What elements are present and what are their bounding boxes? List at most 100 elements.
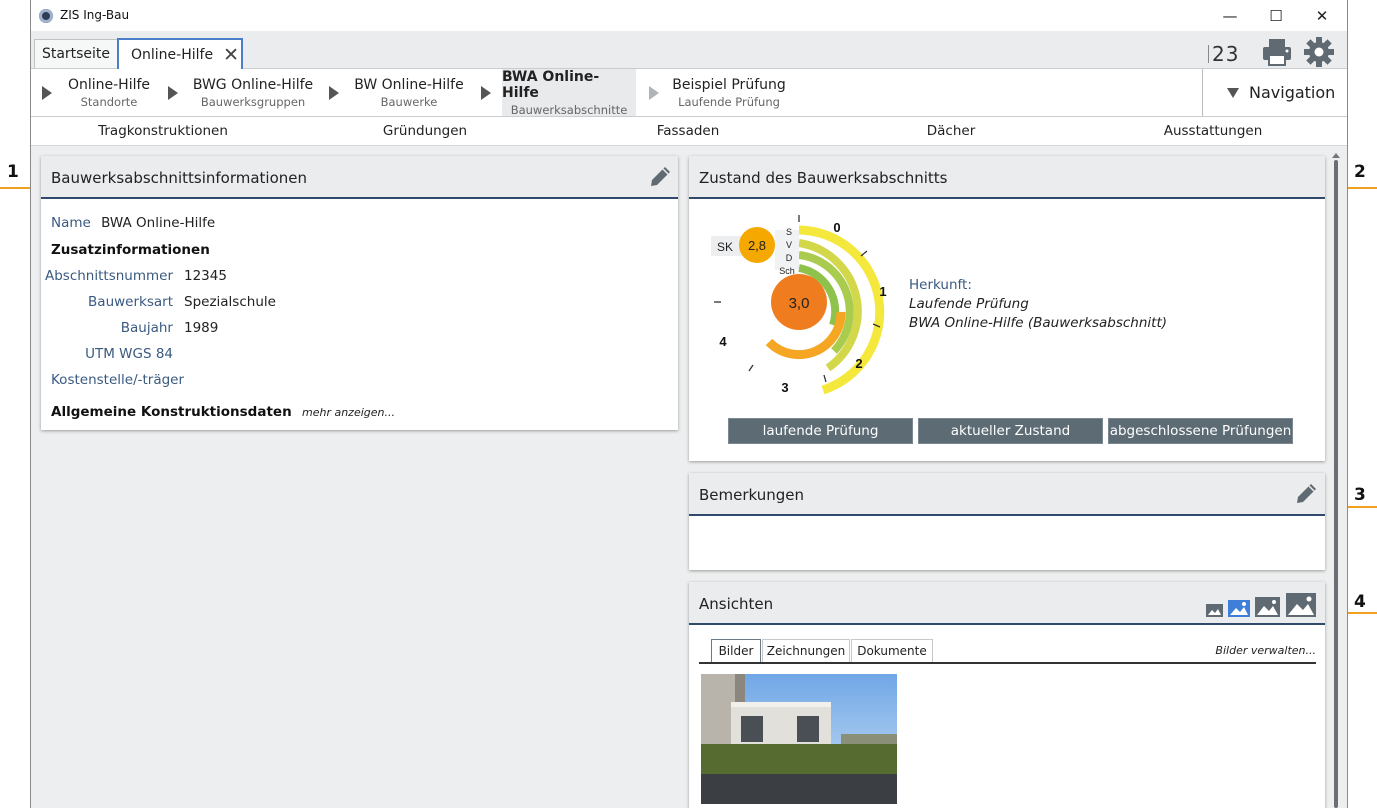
breadcrumb-arrow-icon xyxy=(329,86,339,100)
app-logo-icon xyxy=(39,9,53,23)
image-small-icon[interactable] xyxy=(1206,604,1223,617)
sk-label: SK xyxy=(717,240,733,254)
minimize-button[interactable]: — xyxy=(1207,4,1253,28)
herkunft-line-2: BWA Online-Hilfe (Bauwerksabschnitt) xyxy=(909,315,1168,331)
breadcrumb-arrow-icon xyxy=(481,86,491,100)
field-label: Baujahr xyxy=(120,320,173,336)
bemerkungen-panel: Bemerkungen xyxy=(689,473,1325,570)
breadcrumb-item-bauwerke[interactable]: BW Online-Hilfe Bauwerke xyxy=(349,69,469,116)
zusatz-heading: Zusatzinformationen xyxy=(51,242,210,258)
title-bar: ZIS Ing-Bau — ☐ ✕ xyxy=(31,0,1347,31)
printer-icon[interactable] xyxy=(1260,36,1294,68)
condition-gauge: SK 2,8 S V D Sch 3,0 0 1 2 3 4 xyxy=(711,215,887,395)
field-label: UTM WGS 84 xyxy=(85,346,173,362)
window-title: ZIS Ing-Bau xyxy=(60,8,130,22)
tab-tragkonstruktionen[interactable]: Tragkonstruktionen xyxy=(98,123,228,139)
close-button[interactable]: ✕ xyxy=(1299,4,1345,28)
pencil-icon[interactable] xyxy=(1293,481,1319,507)
breadcrumb: Online-Hilfe Standorte BWG Online-Hilfe … xyxy=(31,69,1347,117)
tab-fassaden[interactable]: Fassaden xyxy=(657,123,720,139)
breadcrumb-item-bauwerksgruppen[interactable]: BWG Online-Hilfe Bauwerksgruppen xyxy=(189,69,317,116)
bemerkungen-panel-header: Bemerkungen xyxy=(689,473,1325,516)
bilder-verwalten-link[interactable]: Bilder verwalten... xyxy=(1215,644,1316,657)
sk-value: 2,8 xyxy=(748,238,766,253)
breadcrumb-title: BWG Online-Hilfe xyxy=(192,76,314,93)
breadcrumb-subtitle: Standorte xyxy=(80,94,138,109)
aktueller-zustand-button[interactable]: aktueller Zustand xyxy=(918,418,1103,444)
tab-close-icon[interactable]: ✕ xyxy=(223,44,239,66)
navigation-button[interactable]: Navigation xyxy=(1202,69,1347,116)
breadcrumb-title: Online-Hilfe xyxy=(67,76,151,93)
vertical-scrollbar[interactable] xyxy=(1334,160,1338,808)
ring-label-sch: Sch xyxy=(779,266,795,276)
tab-ausstattungen[interactable]: Ausstattungen xyxy=(1164,123,1263,139)
category-tabs: Tragkonstruktionen Gründungen Fassaden D… xyxy=(31,117,1347,146)
abgeschlossene-pruefungen-button[interactable]: abgeschlossene Prüfungen xyxy=(1108,418,1293,444)
tab-zeichnungen[interactable]: Zeichnungen xyxy=(762,639,850,662)
laufende-pruefung-button[interactable]: laufende Prüfung xyxy=(728,418,913,444)
scale-label-3: 3 xyxy=(781,380,788,395)
allgemein-heading: Allgemeine Konstruktionsdaten xyxy=(51,404,292,420)
info-panel-header: Bauwerksabschnittsinformationen xyxy=(41,156,678,199)
field-value: 12345 xyxy=(184,268,227,284)
navigation-label: Navigation xyxy=(1249,83,1336,102)
field-label: Kostenstelle/-träger xyxy=(51,372,185,388)
ring-label-d: D xyxy=(786,253,793,263)
scroll-up-icon[interactable] xyxy=(1332,153,1340,158)
image-large-icon[interactable] xyxy=(1255,597,1280,617)
callout-2: 2 xyxy=(1354,162,1366,182)
breadcrumb-title: Beispiel Prüfung xyxy=(672,76,786,93)
tab-daecher[interactable]: Dächer xyxy=(927,123,976,139)
tab-bar: Startseite Online-Hilfe ✕ xyxy=(31,31,1347,70)
tab-bilder[interactable]: Bilder xyxy=(711,639,761,662)
app-window: ZIS Ing-Bau — ☐ ✕ Startseite Online-Hilf… xyxy=(30,0,1348,808)
callout-3: 3 xyxy=(1354,485,1366,505)
image-medium-icon[interactable] xyxy=(1228,600,1250,617)
scale-label-0: 0 xyxy=(833,220,840,235)
pencil-icon[interactable] xyxy=(647,164,673,190)
herkunft-line-1: Laufende Prüfung xyxy=(909,296,1029,312)
window-count-indicator[interactable]: 23 xyxy=(1207,42,1239,66)
name-row: Name BWA Online-Hilfe xyxy=(51,215,215,231)
scale-label-4: 4 xyxy=(719,334,727,349)
image-xlarge-icon[interactable] xyxy=(1286,593,1316,617)
mehr-anzeigen-link[interactable]: mehr anzeigen... xyxy=(302,406,395,419)
info-panel: Bauwerksabschnittsinformationen Name BWA… xyxy=(41,156,678,430)
breadcrumb-arrow-icon xyxy=(649,86,659,100)
ansichten-panel: Ansichten Bilder Zeichnungen Dokumente B… xyxy=(689,582,1325,808)
breadcrumb-subtitle: Laufende Prüfung xyxy=(678,94,780,109)
tab-startseite-label: Startseite xyxy=(41,46,111,62)
name-value: BWA Online-Hilfe xyxy=(101,215,216,231)
tab-online-hilfe-label: Online-Hilfe xyxy=(131,47,214,63)
breadcrumb-subtitle: Bauwerksabschnitte xyxy=(510,102,628,117)
breadcrumb-item-pruefung[interactable]: Beispiel Prüfung Laufende Prüfung xyxy=(669,69,789,116)
name-label: Name xyxy=(51,215,91,231)
tab-gruendungen[interactable]: Gründungen xyxy=(383,123,467,139)
breadcrumb-item-standorte[interactable]: Online-Hilfe Standorte xyxy=(61,69,157,116)
field-value: Spezialschule xyxy=(184,294,276,310)
gear-icon[interactable] xyxy=(1302,36,1336,68)
breadcrumb-subtitle: Bauwerke xyxy=(380,94,438,109)
tab-dokumente[interactable]: Dokumente xyxy=(851,639,933,662)
ansichten-panel-header: Ansichten xyxy=(689,582,1325,625)
callout-4: 4 xyxy=(1354,592,1366,612)
ring-label-v: V xyxy=(786,240,792,250)
building-photo[interactable] xyxy=(701,674,897,804)
tab-startseite[interactable]: Startseite xyxy=(34,39,118,68)
zustand-panel-header: Zustand des Bauwerksabschnitts xyxy=(689,156,1325,199)
field-label: Abschnittsnummer xyxy=(44,268,173,284)
breadcrumb-title: BW Online-Hilfe xyxy=(354,76,464,93)
breadcrumb-subtitle: Bauwerksgruppen xyxy=(200,94,306,109)
tab-online-hilfe[interactable]: Online-Hilfe ✕ xyxy=(117,38,243,70)
callout-1: 1 xyxy=(7,162,19,182)
zustand-panel-title: Zustand des Bauwerksabschnitts xyxy=(699,169,948,187)
ansichten-tabs: Bilder Zeichnungen Dokumente Bilder verw… xyxy=(699,639,1316,664)
ring-label-s: S xyxy=(786,227,792,237)
breadcrumb-item-bauwerksabschnitte[interactable]: BWA Online-Hilfe Bauwerksabschnitte xyxy=(502,68,636,117)
breadcrumb-arrow-icon xyxy=(168,86,178,100)
maximize-button[interactable]: ☐ xyxy=(1253,4,1299,28)
field-label: Bauwerksart xyxy=(88,294,173,310)
scale-label-2: 2 xyxy=(855,356,862,371)
scale-label-1: 1 xyxy=(879,284,886,299)
breadcrumb-title: BWA Online-Hilfe xyxy=(502,68,600,101)
